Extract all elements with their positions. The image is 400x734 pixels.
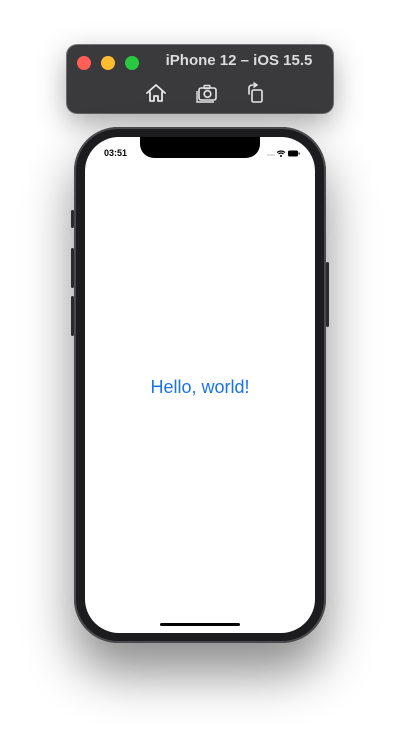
device-screen[interactable]: 03:51 Hello, world! [85, 137, 315, 633]
status-time: 03:51 [104, 148, 128, 158]
home-icon[interactable] [144, 82, 168, 104]
minimize-window-button[interactable] [101, 56, 115, 70]
simulator-stage: iPhone 12 – iOS 15.5 03:51 Hello, world! [0, 0, 400, 734]
simulator-toolbar: iPhone 12 – iOS 15.5 [67, 45, 333, 113]
notch [140, 137, 260, 158]
simulator-title: iPhone 12 – iOS 15.5 [165, 52, 313, 69]
hello-message: Hello, world! [150, 377, 250, 397]
wifi-icon [276, 150, 286, 157]
power-button[interactable] [326, 262, 329, 327]
screenshot-icon[interactable] [196, 82, 220, 104]
close-window-button[interactable] [77, 56, 91, 70]
rotate-icon[interactable] [244, 82, 268, 104]
maximize-window-button[interactable] [125, 56, 139, 70]
home-indicator[interactable] [160, 623, 240, 626]
signal-icon [267, 154, 275, 156]
battery-icon [288, 150, 300, 157]
status-icons [267, 149, 301, 158]
